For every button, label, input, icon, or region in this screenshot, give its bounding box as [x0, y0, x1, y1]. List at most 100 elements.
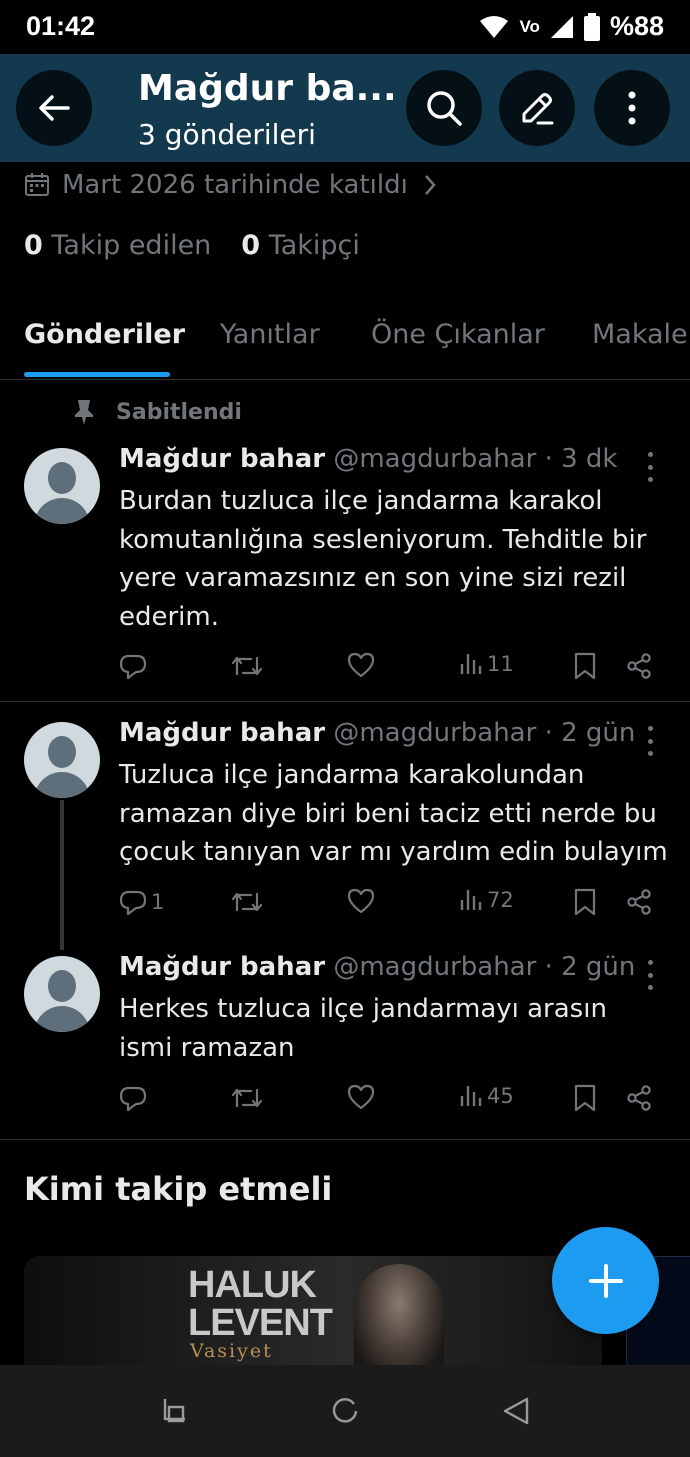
repost-icon [231, 892, 263, 912]
bookmark-button[interactable] [573, 652, 597, 680]
bookmark-icon [574, 888, 596, 916]
share-icon [627, 1085, 651, 1111]
card-portrait [354, 1264, 444, 1376]
pinned-indicator: Sabitlendi [72, 398, 242, 426]
share-icon [627, 653, 651, 679]
card-line1: HALUK [188, 1264, 317, 1306]
share-button[interactable] [625, 1084, 653, 1112]
author-handle: @magdurbahar · 3 dk [333, 444, 618, 474]
avatar[interactable] [24, 956, 100, 1032]
avatar[interactable] [24, 448, 100, 524]
profile-tabs: Gönderiler Yanıtlar Öne Çıkanlar Makale [0, 305, 690, 380]
like-button[interactable] [347, 652, 375, 678]
search-button[interactable] [406, 70, 482, 146]
views-button[interactable]: 45 [459, 1084, 514, 1108]
tab-replies[interactable]: Yanıtlar [220, 319, 320, 350]
edit-icon [522, 93, 554, 125]
post-line: yere varamazsınız en son yine sizi rezil [119, 563, 627, 593]
back-triangle-icon [503, 1397, 529, 1425]
analytics-icon [460, 890, 482, 910]
tab-posts[interactable]: Gönderiler [24, 319, 185, 350]
repost-icon [231, 1088, 263, 1108]
active-tab-indicator [24, 372, 170, 377]
compose-button[interactable] [552, 1227, 659, 1334]
suggestion-card[interactable]: HALUK LEVENT Vasiyet [24, 1256, 602, 1376]
post-line: ramazan diye biri beni taciz etti nerde … [119, 798, 657, 829]
pin-icon [75, 400, 93, 425]
home-icon [332, 1398, 358, 1423]
who-to-follow-title: Kimi takip etmeli [24, 1170, 333, 1208]
bookmark-icon [574, 652, 596, 680]
following-label: Takip edilen [51, 230, 212, 261]
wifi-icon [480, 15, 509, 38]
views-button[interactable]: 11 [459, 652, 514, 676]
card-banner-subtitle: Vasiyet [190, 1340, 273, 1362]
post-more-icon[interactable] [638, 726, 662, 756]
post-line: çocuk tanıyan var mı yardım edin bulayım [119, 837, 668, 867]
post-actions: 11 [119, 652, 659, 682]
repost-button[interactable] [231, 888, 263, 916]
joined-date-row[interactable]: Mart 2026 tarihinde katıldı [24, 170, 440, 200]
post-more-icon[interactable] [638, 960, 662, 990]
post-actions: 1 72 [119, 888, 659, 918]
page-title: Mağdur ba... [138, 68, 397, 109]
author-handle: @magdurbahar · 2 gün [333, 952, 636, 982]
bookmark-icon [574, 1084, 596, 1112]
back-button[interactable] [16, 70, 92, 146]
plus-icon [588, 1263, 623, 1298]
status-bar: 01:42 Vo %88 [0, 0, 690, 54]
followers-link[interactable]: 0 Takipçi [241, 230, 360, 261]
repost-button[interactable] [231, 1084, 263, 1112]
author-name[interactable]: Mağdur bahar [119, 444, 325, 474]
bookmark-button[interactable] [573, 1084, 597, 1112]
analytics-icon [460, 654, 482, 674]
battery-percent: %88 [609, 11, 664, 41]
more-options-button[interactable] [594, 70, 670, 146]
heart-icon [347, 652, 375, 678]
author-name[interactable]: Mağdur bahar [119, 952, 325, 982]
share-button[interactable] [625, 652, 653, 680]
back-nav-button[interactable] [498, 1393, 534, 1429]
view-count: 72 [487, 888, 514, 912]
recent-apps-button[interactable] [155, 1393, 191, 1429]
card-banner-title: HALUK LEVENT [188, 1264, 333, 1344]
section-divider [0, 1139, 690, 1140]
thread-connector [60, 800, 64, 950]
pinned-label: Sabitlendi [116, 399, 242, 425]
status-icons: Vo %88 [479, 11, 664, 42]
post-header: Mağdur bahar @magdurbahar · 3 dk [119, 444, 617, 474]
author-handle: @magdurbahar · 2 gün [333, 718, 636, 748]
like-button[interactable] [347, 888, 375, 914]
volte-icon: Vo [519, 16, 540, 36]
reply-button[interactable] [119, 1084, 151, 1112]
bookmark-button[interactable] [573, 888, 597, 916]
heart-icon [347, 888, 375, 914]
following-link[interactable]: 0 Takip edilen [24, 230, 211, 261]
reply-icon [119, 654, 147, 680]
share-icon [627, 889, 651, 915]
edit-button[interactable] [499, 70, 575, 146]
profile-header: Mağdur ba... 3 gönderileri [0, 54, 690, 162]
home-button[interactable] [327, 1393, 363, 1429]
followers-count: 0 [241, 230, 261, 261]
reply-button[interactable] [119, 652, 151, 680]
repost-button[interactable] [231, 652, 263, 680]
tab-articles[interactable]: Makale [592, 319, 688, 350]
tab-highlights[interactable]: Öne Çıkanlar [371, 319, 545, 350]
like-button[interactable] [347, 1084, 375, 1110]
avatar[interactable] [24, 722, 100, 798]
reply-button[interactable]: 1 [119, 888, 164, 916]
post-text: Herkes tuzluca ilçe jandarmayı arasın is… [119, 990, 679, 1067]
recent-apps-icon [163, 1399, 185, 1423]
search-icon [427, 91, 462, 126]
status-time: 01:42 [26, 11, 96, 41]
post-header: Mağdur bahar @magdurbahar · 2 gün [119, 718, 635, 748]
system-navigation-bar [0, 1365, 690, 1457]
author-name[interactable]: Mağdur bahar [119, 718, 325, 748]
reply-icon [119, 890, 147, 916]
share-button[interactable] [625, 888, 653, 916]
battery-icon [583, 12, 600, 41]
card-line2: LEVENT [188, 1302, 333, 1344]
views-button[interactable]: 72 [459, 888, 514, 912]
post-more-icon[interactable] [638, 452, 662, 482]
